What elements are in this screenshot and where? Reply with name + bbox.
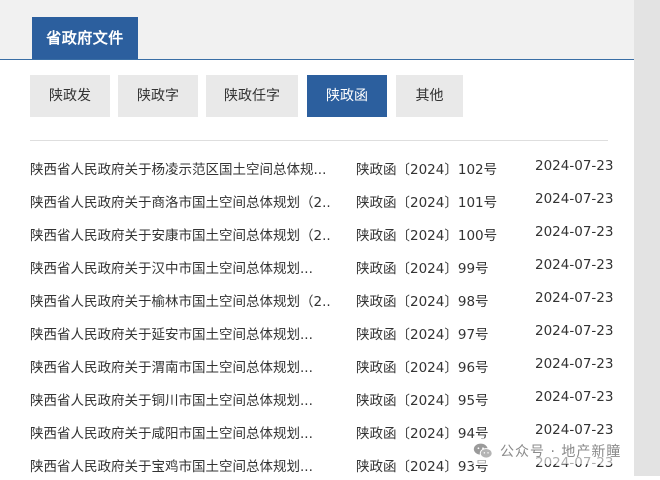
document-title-link[interactable]: 陕西省人民政府关于榆林市国土空间总体规划（2... [30,290,330,310]
document-row[interactable]: 陕西省人民政府关于商洛市国土空间总体规划（2... 陕政函〔2024〕101号 … [0,183,634,216]
document-number: 陕政函〔2024〕95号 [356,393,489,409]
tab-shaanzhengfa[interactable]: 陕政发 [30,75,110,117]
document-number: 陕政函〔2024〕102号 [356,162,498,178]
document-title-link[interactable]: 陕西省人民政府关于商洛市国土空间总体规划（2... [30,191,330,211]
document-number: 陕政函〔2024〕93号 [356,459,489,475]
watermark-text: 公众号 · 地产新瞳 [500,444,622,460]
document-date: 2024-07-23 [535,224,614,240]
document-date: 2024-07-23 [535,422,614,438]
document-title-link[interactable]: 陕西省人民政府关于咸阳市国土空间总体规划... [30,422,330,442]
document-title-link[interactable]: 陕西省人民政府关于渭南市国土空间总体规划... [30,356,330,376]
document-number: 陕政函〔2024〕101号 [356,195,498,211]
document-date: 2024-07-23 [535,290,614,306]
document-number: 陕政函〔2024〕97号 [356,327,489,343]
document-row[interactable]: 陕西省人民政府关于铜川市国土空间总体规划... 陕政函〔2024〕95号 202… [0,381,634,414]
tab-shaanzhenghan[interactable]: 陕政函 [307,75,387,117]
document-list: 陕西省人民政府关于杨凌示范区国土空间总体规... 陕政函〔2024〕102号 2… [0,150,634,480]
document-title-link[interactable]: 陕西省人民政府关于延安市国土空间总体规划... [30,323,330,343]
document-title-link[interactable]: 陕西省人民政府关于宝鸡市国土空间总体规划... [30,455,330,475]
document-row[interactable]: 陕西省人民政府关于杨凌示范区国土空间总体规... 陕政函〔2024〕102号 2… [0,150,634,183]
document-number: 陕政函〔2024〕94号 [356,426,489,442]
document-row[interactable]: 陕西省人民政府关于汉中市国土空间总体规划... 陕政函〔2024〕99号 202… [0,249,634,282]
document-row[interactable]: 陕西省人民政府关于榆林市国土空间总体规划（2... 陕政函〔2024〕98号 2… [0,282,634,315]
document-date: 2024-07-23 [535,356,614,372]
section-title-tab[interactable]: 省政府文件 [32,17,138,59]
list-divider [30,140,608,141]
document-date: 2024-07-23 [535,389,614,405]
document-date: 2024-07-23 [535,191,614,207]
document-number: 陕政函〔2024〕98号 [356,294,489,310]
document-title-link[interactable]: 陕西省人民政府关于铜川市国土空间总体规划... [30,389,330,409]
document-title-link[interactable]: 陕西省人民政府关于杨凌示范区国土空间总体规... [30,158,330,178]
document-date: 2024-07-23 [535,257,614,273]
tab-shaanzhengzi[interactable]: 陕政字 [118,75,198,117]
document-row[interactable]: 陕西省人民政府关于渭南市国土空间总体规划... 陕政函〔2024〕96号 202… [0,348,634,381]
tab-shaanzhengrenzi[interactable]: 陕政任字 [206,75,298,117]
document-row[interactable]: 陕西省人民政府关于安康市国土空间总体规划（2... 陕政函〔2024〕100号 … [0,216,634,249]
document-date: 2024-07-23 [535,158,614,174]
section-header-bar: 省政府文件 [0,0,634,60]
document-number: 陕政函〔2024〕96号 [356,360,489,376]
document-number: 陕政函〔2024〕99号 [356,261,489,277]
document-row[interactable]: 陕西省人民政府关于延安市国土空间总体规划... 陕政函〔2024〕97号 202… [0,315,634,348]
page-side-gutter [634,0,660,476]
document-title-link[interactable]: 陕西省人民政府关于安康市国土空间总体规划（2... [30,224,330,244]
wechat-icon [473,443,493,459]
document-date: 2024-07-23 [535,323,614,339]
document-number: 陕政函〔2024〕100号 [356,228,498,244]
document-title-link[interactable]: 陕西省人民政府关于汉中市国土空间总体规划... [30,257,330,277]
tab-other[interactable]: 其他 [396,75,463,117]
wechat-watermark: 公众号 · 地产新瞳 [472,438,622,464]
